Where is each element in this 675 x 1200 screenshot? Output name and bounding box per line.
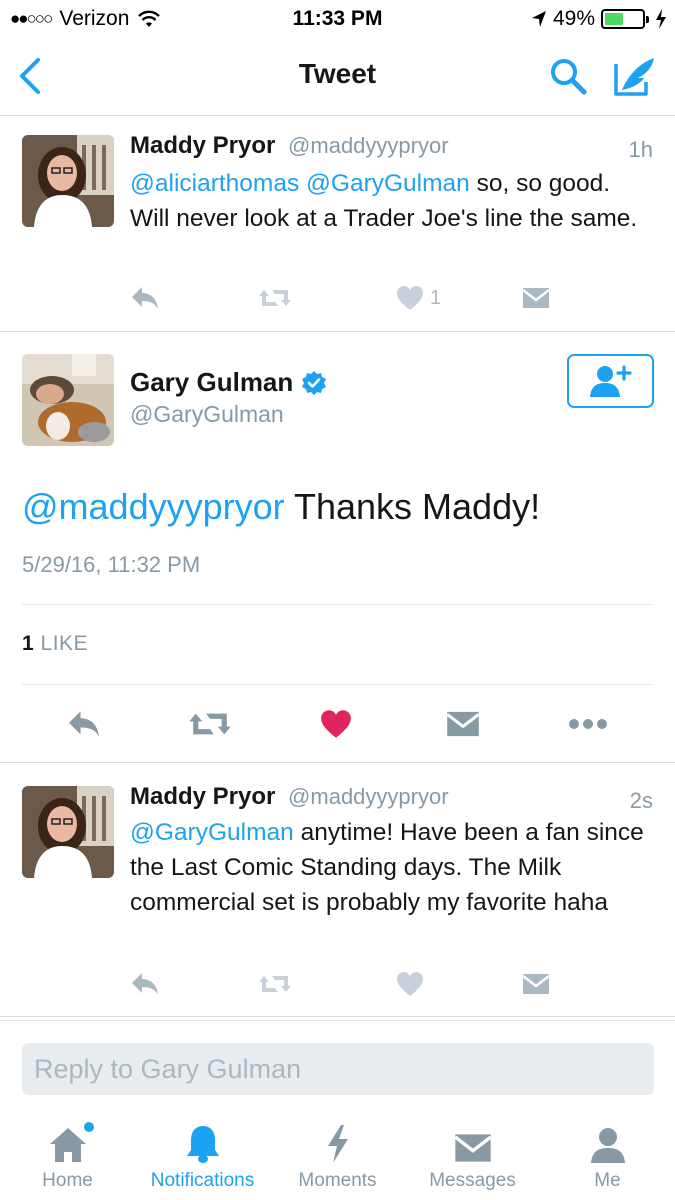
message-button[interactable] [522, 282, 550, 314]
message-button[interactable] [446, 706, 480, 742]
lightning-icon [327, 1125, 348, 1163]
status-bar: ●●○○○ Verizon 11:33 PM 49% [0, 0, 675, 38]
home-icon [49, 1128, 86, 1162]
likes-summary[interactable]: 1 LIKE [22, 632, 88, 656]
message-button[interactable] [522, 968, 550, 1000]
tab-label: Notifications [150, 1170, 255, 1191]
reply-button[interactable] [66, 706, 102, 742]
retweet-button[interactable] [258, 282, 292, 314]
tab-home[interactable]: Home [0, 1122, 135, 1198]
search-icon[interactable] [548, 56, 588, 96]
divider [22, 604, 653, 605]
author-handle[interactable]: @maddyyypryor [288, 784, 449, 809]
tweet-date: 5/29/16, 11:32 PM [22, 552, 201, 577]
mention-link[interactable]: @aliciarthomas [130, 170, 299, 197]
avatar[interactable] [22, 354, 114, 446]
avatar[interactable] [22, 786, 114, 878]
envelope-icon [453, 1134, 492, 1162]
retweet-icon [189, 713, 231, 735]
battery-icon [601, 9, 649, 29]
reply-button[interactable] [130, 968, 160, 1000]
reply-icon [132, 287, 158, 309]
tab-label: Me [594, 1170, 621, 1191]
charging-bolt-icon [656, 9, 666, 29]
nav-bar: Tweet [0, 38, 675, 116]
location-arrow-icon [531, 11, 546, 27]
more-dots-icon [569, 719, 607, 729]
reply-icon [69, 711, 99, 737]
reply-icon [132, 973, 158, 995]
tab-notifications[interactable]: Notifications [135, 1122, 270, 1198]
retweet-icon [259, 976, 291, 992]
reply-input[interactable] [22, 1043, 654, 1095]
divider [0, 762, 675, 763]
tab-label: Moments [298, 1170, 377, 1191]
author-name[interactable]: Maddy Pryor [130, 783, 275, 810]
reply-button[interactable] [130, 282, 160, 314]
author-handle[interactable]: @GaryGulman [130, 401, 284, 428]
mention-link[interactable]: @maddyyypryor [22, 486, 285, 527]
mention-link[interactable]: @GaryGulman [306, 170, 470, 197]
tweet-text: @GaryGulman anytime! Have been a fan sin… [130, 815, 650, 920]
tweet-header: Maddy Pryor @maddyyypryor [130, 132, 449, 160]
tweet-timestamp: 2s [629, 788, 653, 813]
tweet-timestamp: 1h [628, 137, 653, 162]
tweet-actions [130, 968, 550, 1000]
notification-dot [84, 1122, 94, 1132]
divider [0, 1020, 675, 1021]
retweet-icon [259, 290, 291, 306]
divider [22, 684, 653, 685]
mention-link[interactable]: @GaryGulman [130, 819, 294, 846]
like-count: 1 [430, 286, 442, 309]
heart-filled-icon [321, 710, 351, 738]
heart-icon [397, 286, 423, 310]
compose-tweet-icon[interactable] [612, 54, 658, 98]
reply-bar [0, 1016, 675, 1116]
tab-moments[interactable]: Moments [270, 1122, 405, 1198]
likes-count: 1 [22, 632, 35, 655]
retweet-button[interactable] [188, 706, 232, 742]
bell-icon [186, 1126, 219, 1163]
author-name-row: Gary Gulman [130, 367, 327, 398]
tweet-body: Thanks Maddy! [293, 486, 541, 527]
author-name[interactable]: Maddy Pryor [130, 132, 275, 159]
divider [0, 331, 675, 332]
author-handle[interactable]: @maddyyypryor [288, 133, 449, 158]
author-name[interactable]: Gary Gulman [130, 367, 293, 398]
tweet-text: @maddyyypryor Thanks Maddy! [22, 486, 540, 528]
tweet-header: Maddy Pryor @maddyyypryor [130, 783, 449, 811]
avatar[interactable] [22, 135, 114, 227]
battery-percent: 49% [552, 7, 595, 30]
like-button[interactable]: 1 [396, 282, 441, 314]
tweet-actions [0, 700, 675, 748]
verified-badge-icon [302, 370, 327, 395]
person-icon [590, 1128, 625, 1163]
follow-button[interactable] [567, 354, 654, 408]
add-user-icon [589, 365, 632, 397]
tab-messages[interactable]: Messages [405, 1122, 540, 1198]
tweet-text: @aliciarthomas @GaryGulman so, so good. … [130, 166, 650, 236]
envelope-icon [522, 974, 550, 994]
envelope-icon [522, 288, 550, 308]
more-options-button[interactable] [568, 706, 608, 742]
envelope-icon [446, 711, 480, 737]
heart-icon [397, 972, 423, 996]
tab-me[interactable]: Me [540, 1122, 675, 1198]
likes-label: LIKE [40, 632, 89, 655]
battery-fill [605, 13, 623, 25]
like-button[interactable] [396, 968, 424, 1000]
retweet-button[interactable] [258, 968, 292, 1000]
tab-label: Home [42, 1170, 93, 1191]
tab-label: Messages [429, 1170, 516, 1191]
tab-bar: Home Notifications Moments Messages Me [0, 1116, 675, 1200]
tweet-actions: 1 [130, 282, 550, 314]
like-button[interactable] [320, 706, 352, 742]
